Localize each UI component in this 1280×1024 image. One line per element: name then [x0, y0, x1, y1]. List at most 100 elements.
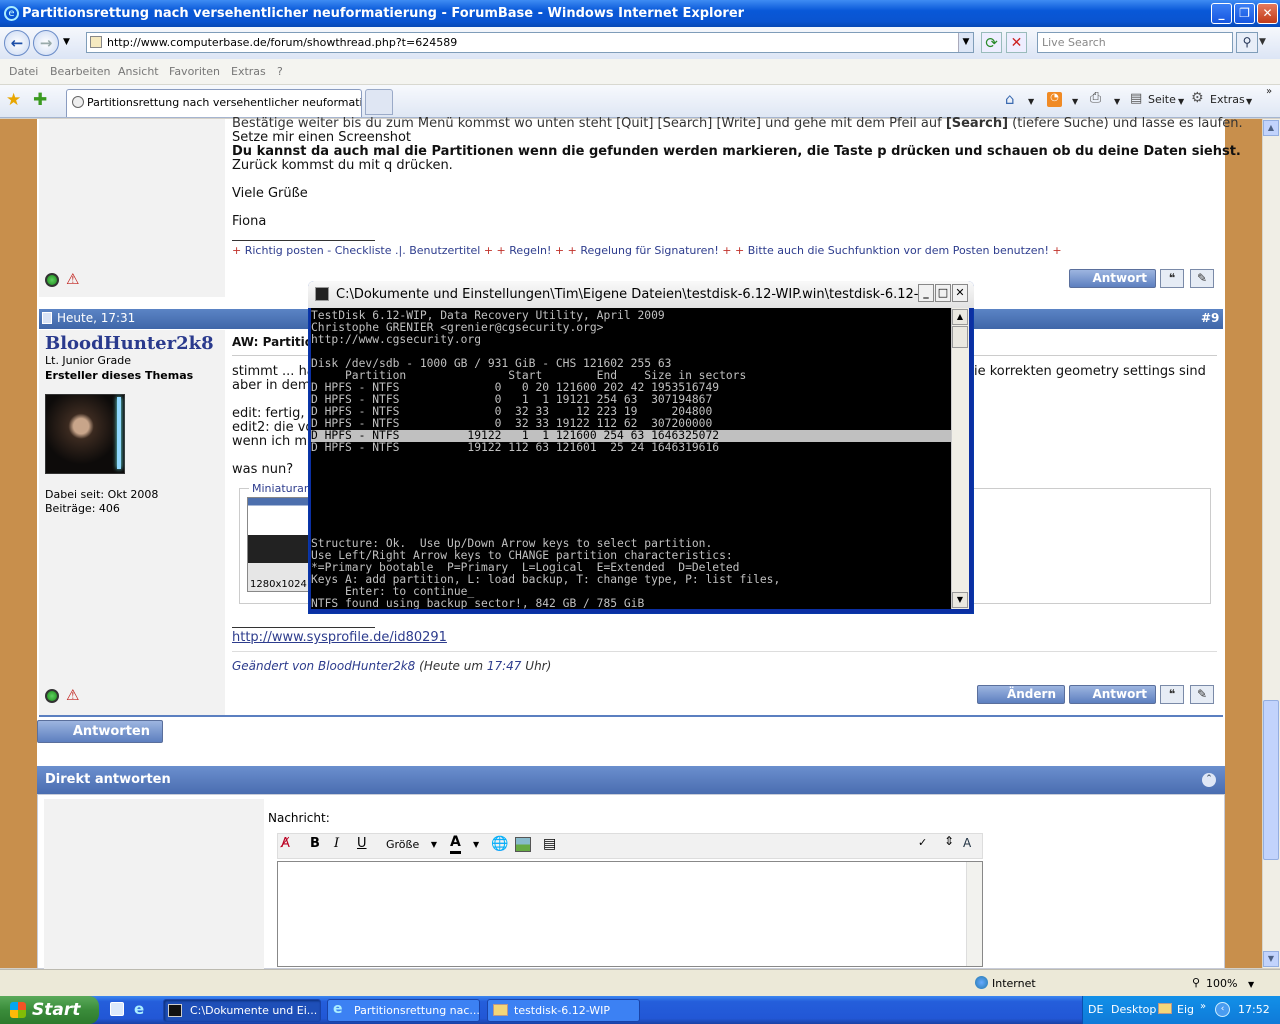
- refresh-icon[interactable]: ⟳: [981, 32, 1002, 53]
- menu-bearbeiten[interactable]: Bearbeiten: [50, 65, 110, 78]
- sig-link-regeln[interactable]: Regeln!: [509, 244, 551, 257]
- show-desktop-icon[interactable]: [110, 1002, 124, 1016]
- stop-icon[interactable]: ✕: [1006, 32, 1027, 53]
- avatar[interactable]: [45, 394, 125, 474]
- sig-link-signaturen[interactable]: Regelung für Signaturen!: [580, 244, 718, 257]
- message-textarea[interactable]: [277, 861, 983, 967]
- post1-reply-button[interactable]: Antwort: [1069, 269, 1156, 288]
- minimize-button[interactable]: _: [1211, 3, 1232, 24]
- post2-reply-button[interactable]: Antwort: [1069, 685, 1156, 704]
- text-color-dropdown-icon[interactable]: ▼: [473, 840, 479, 849]
- collapse-icon[interactable]: ⌃: [1202, 773, 1216, 787]
- attachment-thumbnail[interactable]: [247, 497, 311, 592]
- toolbar-chevron-icon[interactable]: »: [1200, 1001, 1206, 1012]
- address-dropdown-icon[interactable]: ▼: [958, 33, 973, 52]
- post2-quote-icon[interactable]: ❝: [1160, 685, 1184, 704]
- post2-number[interactable]: #9: [1201, 311, 1219, 325]
- tools-menu-button[interactable]: Extras: [1210, 93, 1245, 106]
- menu-help[interactable]: ?: [277, 65, 283, 78]
- quote-tag-icon[interactable]: ▤: [543, 836, 556, 852]
- history-dropdown-icon[interactable]: ▼: [63, 37, 70, 47]
- sig-link-checkliste[interactable]: Richtig posten - Checkliste .|. Benutzer…: [245, 244, 481, 257]
- bold-icon[interactable]: B: [310, 836, 320, 851]
- remove-format-icon[interactable]: A̸: [281, 836, 290, 851]
- page-dropdown-icon[interactable]: ▼: [1178, 97, 1184, 106]
- search-options-icon[interactable]: ▼: [1259, 32, 1271, 53]
- menu-datei[interactable]: Datei: [9, 65, 38, 78]
- console-scrollbar[interactable]: [951, 308, 969, 609]
- edit-divider: [232, 651, 1217, 652]
- desktop-toolbar[interactable]: Desktop: [1111, 1003, 1156, 1016]
- post1-quote-icon[interactable]: ❝: [1160, 269, 1184, 288]
- post2-rank: Lt. Junior Grade: [45, 354, 131, 367]
- text-color-icon[interactable]: A: [450, 834, 461, 854]
- scroll-up-icon[interactable]: ▲: [1263, 120, 1279, 136]
- report-warning-icon[interactable]: ⚠: [66, 270, 79, 288]
- spellcheck-icon[interactable]: ✓: [918, 836, 927, 849]
- scroll-down-icon[interactable]: ▼: [1263, 951, 1279, 967]
- page-menu-button[interactable]: Seite: [1148, 93, 1176, 106]
- resize-icon[interactable]: ⇕: [944, 834, 954, 848]
- zoom-dropdown-icon[interactable]: ▼: [1248, 980, 1254, 989]
- taskbar-item-folder[interactable]: testdisk-6.12-WIP: [487, 999, 640, 1022]
- chevron-right-icon[interactable]: »: [1266, 86, 1272, 97]
- search-input[interactable]: Live Search: [1037, 32, 1233, 53]
- console-scroll-down-icon[interactable]: ▼: [952, 592, 968, 608]
- post2-username[interactable]: BloodHunter2k8: [45, 333, 214, 354]
- menu-extras[interactable]: Extras: [231, 65, 266, 78]
- eigene-dateien-toolbar[interactable]: Eig: [1177, 1003, 1194, 1016]
- home-dropdown-icon[interactable]: ▼: [1028, 97, 1034, 106]
- font-size-select[interactable]: Größe ▼: [383, 836, 439, 854]
- antworten-label: Antworten: [72, 724, 150, 739]
- language-indicator[interactable]: DE: [1088, 1003, 1103, 1016]
- print-icon[interactable]: ⎙: [1090, 90, 1101, 106]
- back-button[interactable]: ←: [4, 30, 30, 56]
- print-dropdown-icon[interactable]: ▼: [1114, 97, 1120, 106]
- address-bar[interactable]: http://www.computerbase.de/forum/showthr…: [86, 32, 974, 53]
- console-close-button[interactable]: ✕: [952, 284, 968, 302]
- maximize-button[interactable]: ❐: [1234, 3, 1255, 24]
- quicklaunch-ie-icon[interactable]: e: [134, 1000, 144, 1018]
- post2-edit-button[interactable]: Ändern: [977, 685, 1065, 704]
- italic-icon[interactable]: I: [334, 836, 339, 851]
- zoom-level[interactable]: 100%: [1206, 977, 1237, 990]
- console-maximize-button[interactable]: □: [935, 284, 951, 302]
- console-scroll-thumb[interactable]: [952, 326, 968, 348]
- tools-dropdown-icon[interactable]: ▼: [1246, 97, 1252, 106]
- forward-button[interactable]: →: [33, 30, 59, 56]
- taskbar-item-ie[interactable]: Partitionsrettung nac...: [327, 999, 480, 1022]
- scrollbar-thumb[interactable]: [1263, 700, 1279, 860]
- favorites-star-icon[interactable]: ★: [6, 90, 21, 110]
- post2-multiquote-icon[interactable]: ✎: [1190, 685, 1214, 704]
- antworten-button[interactable]: Antworten: [37, 720, 163, 743]
- close-button[interactable]: ✕: [1257, 3, 1278, 24]
- post1-line4: Zurück kommst du mit q drücken.: [232, 158, 453, 173]
- menu-favoriten[interactable]: Favoriten: [169, 65, 220, 78]
- report-warning-icon[interactable]: ⚠: [66, 686, 79, 704]
- console-scroll-up-icon[interactable]: ▲: [952, 309, 968, 325]
- editor-scrollbar[interactable]: [966, 862, 982, 966]
- switch-editor-icon[interactable]: A: [963, 836, 971, 850]
- insert-image-icon[interactable]: [515, 837, 531, 852]
- console-minimize-button[interactable]: _: [918, 284, 934, 302]
- home-icon[interactable]: ⌂: [1005, 90, 1015, 108]
- new-tab-button[interactable]: [365, 89, 393, 115]
- quick-reply-header: Direkt antworten: [37, 766, 1225, 794]
- post1-multiquote-icon[interactable]: ✎: [1190, 269, 1214, 288]
- underline-icon[interactable]: U: [357, 836, 367, 851]
- insert-link-icon[interactable]: 🌐: [491, 836, 508, 852]
- zoom-icon[interactable]: ⚲: [1192, 976, 1200, 989]
- signature-link[interactable]: http://www.sysprofile.de/id80291: [232, 630, 447, 645]
- tray-expand-icon[interactable]: ‹: [1215, 1002, 1230, 1017]
- search-icon[interactable]: ⚲: [1236, 32, 1258, 53]
- tab-current[interactable]: Partitionsrettung nach versehentlicher n…: [66, 89, 362, 117]
- add-favorite-icon[interactable]: ✚: [33, 90, 47, 110]
- console-output[interactable]: TestDisk 6.12-WIP, Data Recovery Utility…: [311, 308, 951, 609]
- taskbar-item-console[interactable]: C:\Dokumente und Ei...: [163, 999, 321, 1022]
- feeds-dropdown-icon[interactable]: ▼: [1072, 97, 1078, 106]
- menu-ansicht[interactable]: Ansicht: [118, 65, 159, 78]
- feeds-icon[interactable]: ◔: [1047, 92, 1062, 107]
- sig-link-suchfunktion[interactable]: Bitte auch die Suchfunktion vor dem Post…: [748, 244, 1049, 257]
- post2-role: Ersteller dieses Themas: [45, 369, 194, 382]
- console-title[interactable]: C:\Dokumente und Einstellungen\Tim\Eigen…: [308, 281, 974, 308]
